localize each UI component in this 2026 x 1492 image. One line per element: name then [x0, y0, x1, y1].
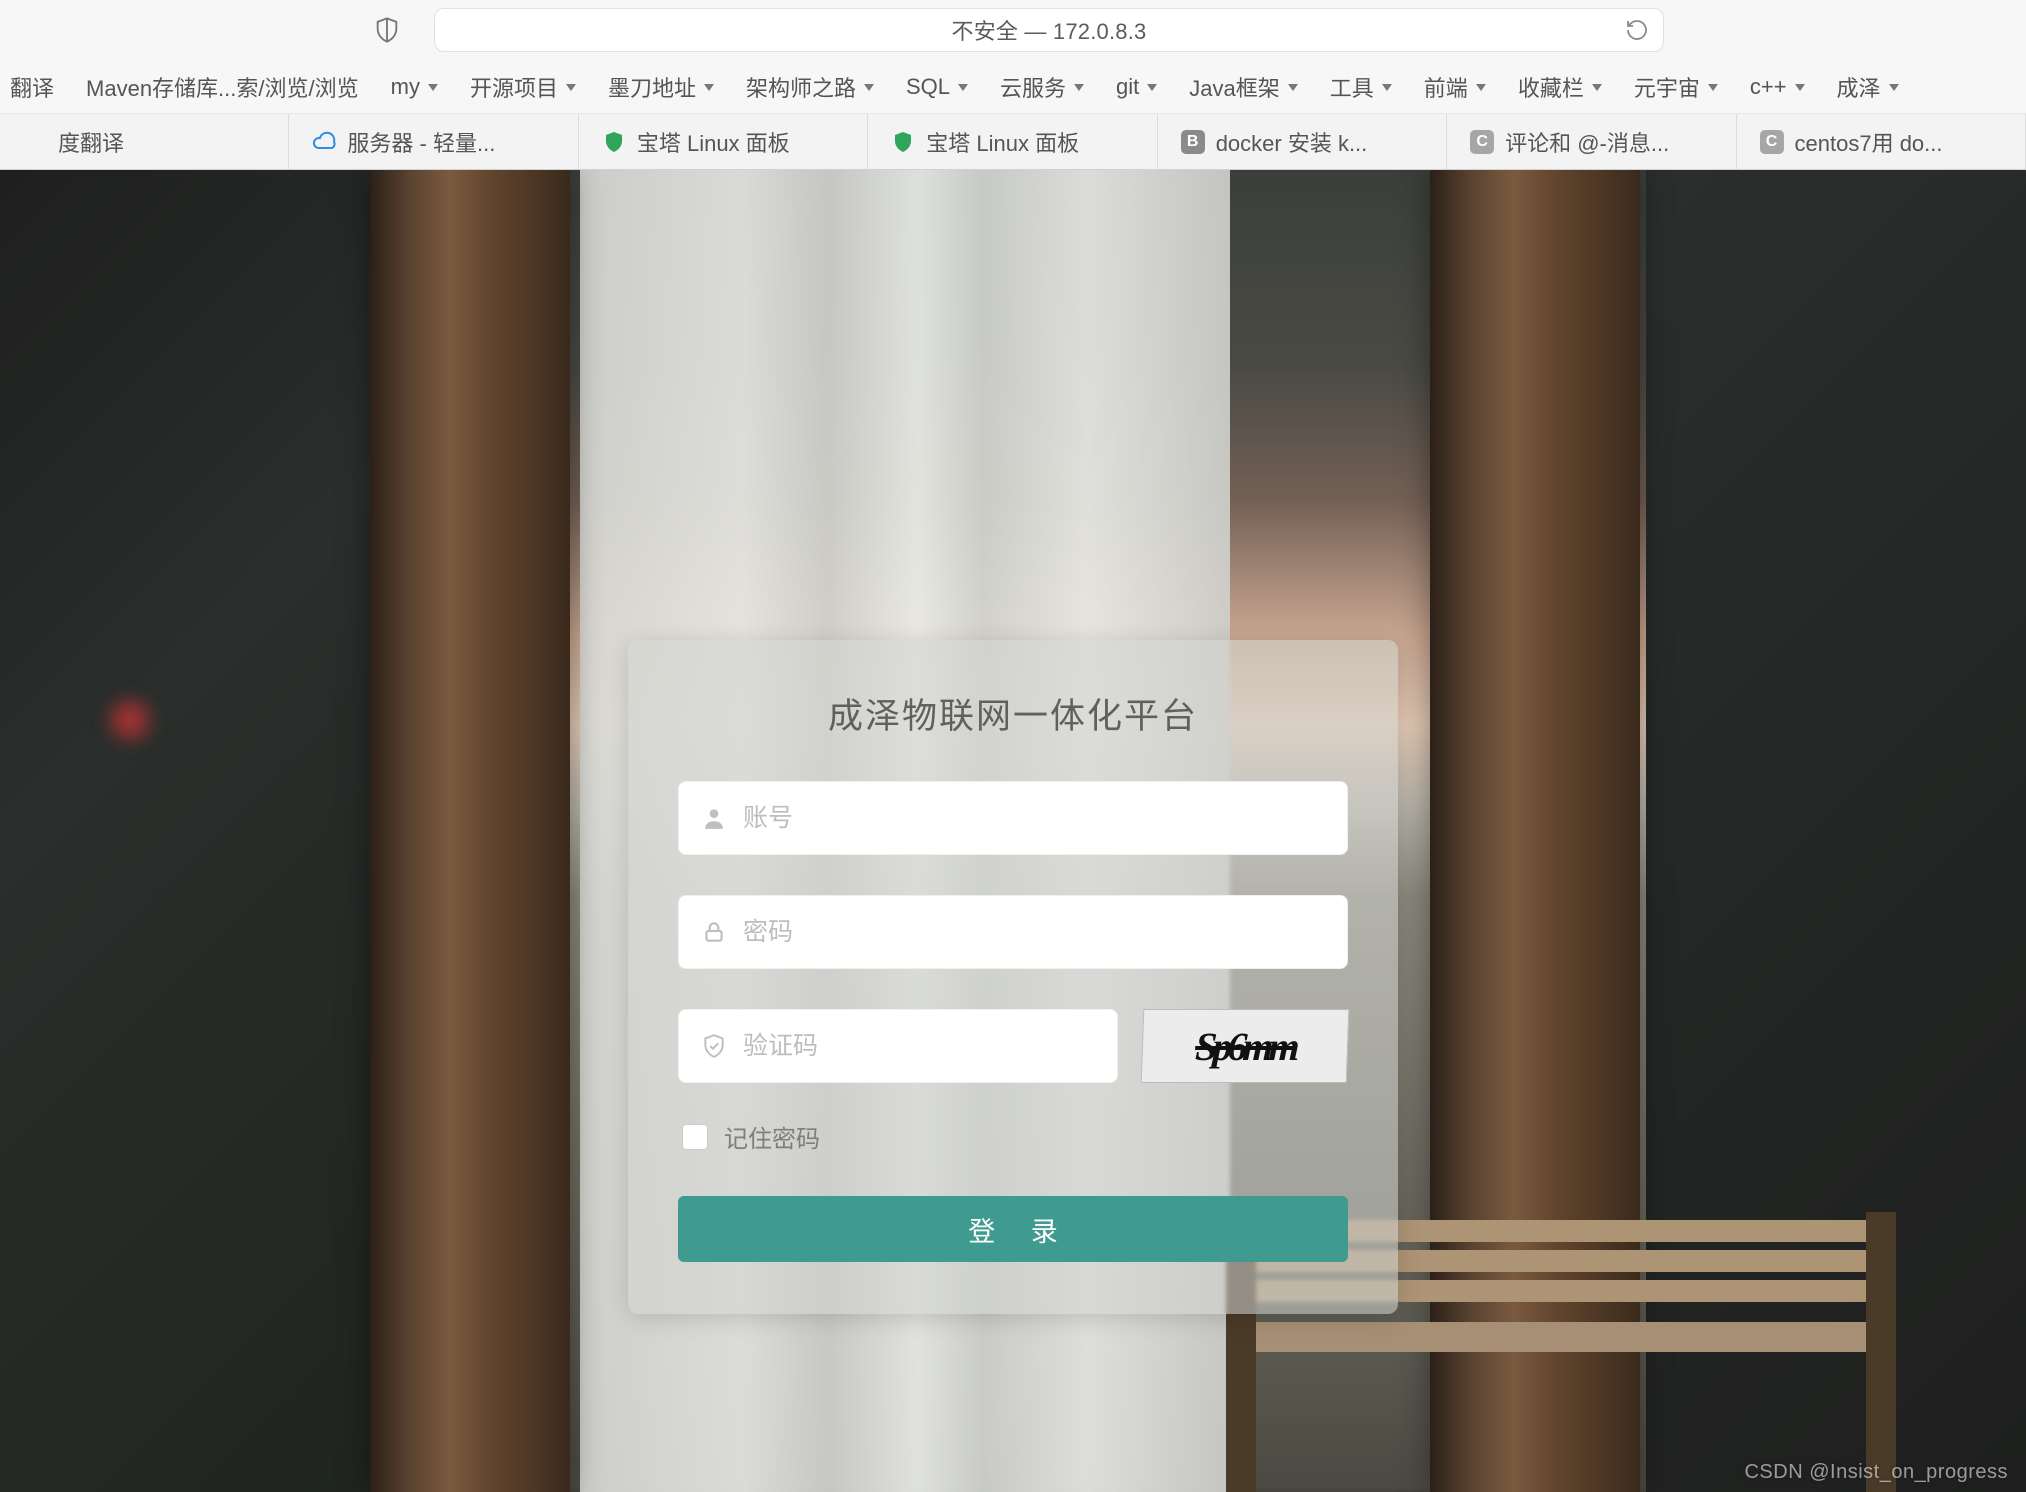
bookmark-label: 开源项目 — [470, 71, 558, 103]
username-input[interactable] — [743, 804, 1325, 833]
watermark: CSDN @Insist_on_progress — [1744, 1461, 2008, 1484]
site-c-icon: C — [1469, 129, 1495, 155]
remember-checkbox[interactable] — [682, 1124, 708, 1150]
chevron-down-icon — [1708, 84, 1718, 91]
tab-label: docker 安装 k... — [1216, 126, 1368, 158]
bookmark-item[interactable]: 翻译 — [10, 71, 54, 103]
browser-tab[interactable]: 度翻译 — [0, 114, 289, 169]
tab-label: 评论和 @-消息... — [1505, 126, 1669, 158]
chevron-down-icon — [1592, 84, 1602, 91]
tab-row: 度翻译 服务器 - 轻量... 宝塔 Linux 面板 宝塔 Linux 面板 Bdoc… — [0, 114, 2026, 170]
password-input[interactable] — [743, 918, 1325, 947]
bookmark-item[interactable]: 收藏栏 — [1518, 71, 1602, 103]
bookmark-label: Maven存储库...索/浏览/浏览 — [86, 71, 359, 103]
browser-tab[interactable]: C 评论和 @-消息... — [1447, 114, 1736, 169]
bookmark-label: 工具 — [1330, 71, 1374, 103]
chevron-down-icon — [1889, 84, 1899, 91]
captcha-image[interactable]: Sp6mm — [1141, 1009, 1350, 1083]
chevron-down-icon — [1074, 84, 1084, 91]
bookmark-item[interactable]: c++ — [1750, 74, 1805, 100]
address-bar[interactable]: 不安全 — 172.0.8.3 — [434, 8, 1664, 52]
browser-tab[interactable]: Bdocker 安装 k... — [1158, 114, 1447, 169]
bookmark-item[interactable]: Java框架 — [1189, 71, 1297, 103]
bookmark-item[interactable]: 成泽 — [1837, 71, 1899, 103]
captcha-input[interactable] — [743, 1032, 1095, 1061]
bookmark-label: 前端 — [1424, 71, 1468, 103]
remember-row: 记住密码 — [678, 1119, 1348, 1154]
chevron-down-icon — [1288, 84, 1298, 91]
captcha-field — [678, 1009, 1118, 1083]
refresh-icon[interactable] — [1625, 18, 1649, 42]
chevron-down-icon — [864, 84, 874, 91]
password-field — [678, 895, 1348, 969]
bookmark-label: 架构师之路 — [746, 71, 856, 103]
browser-tab[interactable]: 宝塔 Linux 面板 — [868, 114, 1157, 169]
background-pillar-left — [370, 170, 570, 1492]
bookmark-label: SQL — [906, 74, 950, 100]
tab-label: 宝塔 Linux 面板 — [926, 126, 1079, 158]
login-title: 成泽物联网一体化平台 — [678, 688, 1348, 739]
chevron-down-icon — [1147, 84, 1157, 91]
bookmark-item[interactable]: 墨刀地址 — [608, 71, 714, 103]
bookmark-item[interactable]: 云服务 — [1000, 71, 1084, 103]
username-field — [678, 781, 1348, 855]
site-c-icon: C — [1759, 129, 1785, 155]
background-light — [100, 690, 160, 750]
bookmark-label: 收藏栏 — [1518, 71, 1584, 103]
chevron-down-icon — [958, 84, 968, 91]
bookmark-bar: 翻译 Maven存储库...索/浏览/浏览 my 开源项目 墨刀地址 架构师之路 SQL 云服… — [0, 60, 2026, 114]
tab-label: centos7用 do... — [1795, 126, 1943, 158]
login-card: 成泽物联网一体化平台 Sp6mm 记住密码 — [628, 640, 1398, 1314]
bookmark-label: 墨刀地址 — [608, 71, 696, 103]
bookmark-item[interactable]: 元宇宙 — [1634, 71, 1718, 103]
bookmark-item[interactable]: 开源项目 — [470, 71, 576, 103]
captcha-row: Sp6mm — [678, 1009, 1348, 1083]
bookmark-item[interactable]: 前端 — [1424, 71, 1486, 103]
bookmark-label: c++ — [1750, 74, 1787, 100]
bookmark-label: 成泽 — [1837, 71, 1881, 103]
lock-icon — [701, 919, 727, 945]
remember-label: 记住密码 — [724, 1119, 820, 1154]
tab-label: 服务器 - 轻量... — [347, 126, 495, 158]
bookmark-label: my — [391, 74, 420, 100]
login-button[interactable]: 登 录 — [678, 1196, 1348, 1262]
chevron-down-icon — [566, 84, 576, 91]
bookmark-item[interactable]: SQL — [906, 74, 968, 100]
user-icon — [701, 805, 727, 831]
bookmark-label: Java框架 — [1189, 71, 1279, 103]
shield-icon — [601, 129, 627, 155]
chevron-down-icon — [704, 84, 714, 91]
browser-address-row: 不安全 — 172.0.8.3 — [0, 0, 2026, 60]
bookmark-label: 云服务 — [1000, 71, 1066, 103]
bookmark-label: git — [1116, 74, 1139, 100]
browser-tab[interactable]: 服务器 - 轻量... — [289, 114, 578, 169]
bookmark-item[interactable]: 工具 — [1330, 71, 1392, 103]
page-content: 成泽物联网一体化平台 Sp6mm 记住密码 — [0, 170, 2026, 1492]
chevron-down-icon — [1476, 84, 1486, 91]
bookmark-item[interactable]: 架构师之路 — [746, 71, 874, 103]
browser-tab[interactable]: 宝塔 Linux 面板 — [579, 114, 868, 169]
bookmark-item[interactable]: Maven存储库...索/浏览/浏览 — [86, 71, 359, 103]
shield-icon — [890, 129, 916, 155]
tab-label: 度翻译 — [58, 126, 124, 158]
address-text: 不安全 — 172.0.8.3 — [952, 14, 1147, 46]
tab-label: 宝塔 Linux 面板 — [637, 126, 790, 158]
verify-icon — [701, 1033, 727, 1059]
bookmark-label: 元宇宙 — [1634, 71, 1700, 103]
bookmark-item[interactable]: git — [1116, 74, 1157, 100]
background-dark-left — [0, 170, 370, 1492]
chevron-down-icon — [1382, 84, 1392, 91]
blank-icon — [22, 129, 48, 155]
bookmark-item[interactable]: my — [391, 74, 438, 100]
browser-tab[interactable]: Ccentos7用 do... — [1737, 114, 2026, 169]
site-b-icon: B — [1180, 129, 1206, 155]
chevron-down-icon — [1795, 84, 1805, 91]
tracking-shield-icon[interactable] — [370, 13, 404, 47]
cloud-icon — [311, 129, 337, 155]
bookmark-label: 翻译 — [10, 71, 54, 103]
chevron-down-icon — [428, 84, 438, 91]
